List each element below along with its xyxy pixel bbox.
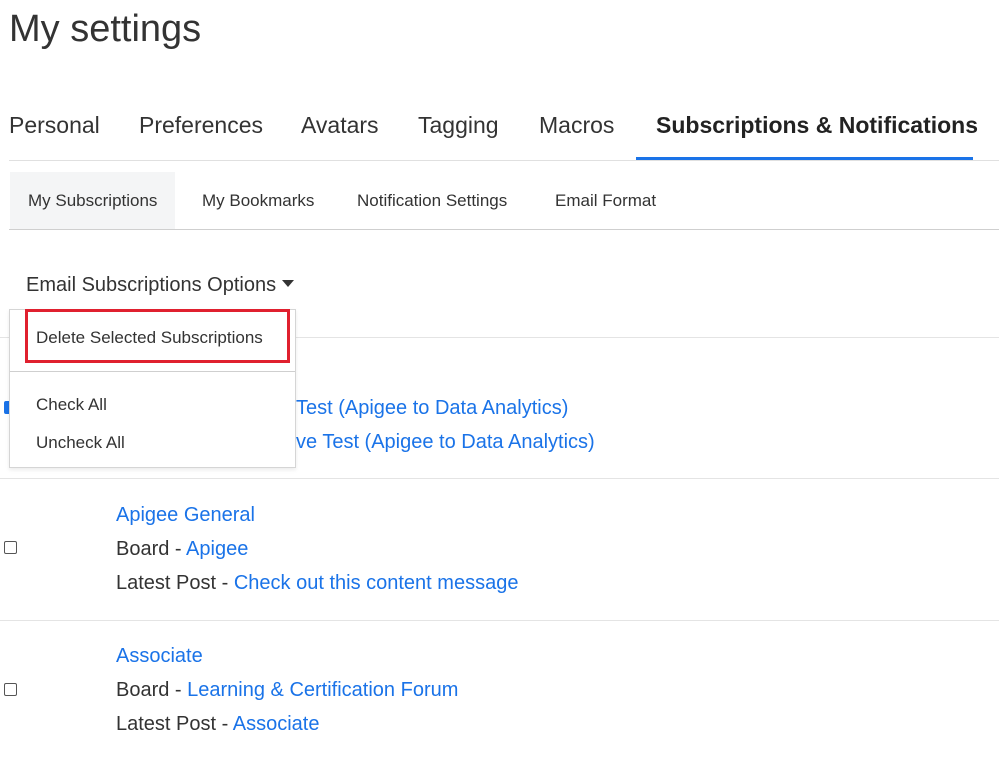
- page-title: My settings: [9, 8, 202, 50]
- tab-avatars[interactable]: Avatars: [301, 112, 379, 139]
- subscription-title: Apigee General: [116, 504, 255, 527]
- menu-separator: [10, 371, 295, 372]
- latest-post-link[interactable]: Check out this content message: [234, 572, 519, 594]
- board-prefix: Board -: [116, 538, 187, 560]
- list-divider: [0, 620, 999, 621]
- email-subscriptions-options-button[interactable]: Email Subscriptions Options: [26, 274, 295, 297]
- subscription-title-link[interactable]: Apigee General: [116, 504, 255, 526]
- list-divider: [0, 478, 999, 479]
- subscription-title: Associate: [116, 645, 203, 668]
- board-link[interactable]: Learning & Certification Forum: [187, 679, 458, 701]
- tab-preferences[interactable]: Preferences: [139, 112, 263, 139]
- caret-down-icon: [282, 280, 295, 288]
- subscription-title-link[interactable]: Test (Apigee to Data Analytics): [296, 397, 568, 420]
- subscription-board-link[interactable]: ve Test (Apigee to Data Analytics): [296, 431, 595, 454]
- tab-macros[interactable]: Macros: [539, 112, 614, 139]
- email-subscriptions-options-menu: Delete Selected Subscriptions Check All …: [9, 309, 296, 468]
- tab-tagging[interactable]: Tagging: [418, 112, 499, 139]
- subscription-title-link[interactable]: Associate: [116, 645, 203, 667]
- settings-page: My settings Personal Preferences Avatars…: [0, 0, 999, 757]
- subtab-email-format[interactable]: Email Format: [555, 172, 656, 229]
- latest-post-prefix: Latest Post -: [116, 713, 233, 735]
- subscription-checkbox[interactable]: [4, 541, 17, 554]
- subscription-latest-post: Latest Post - Associate: [116, 713, 319, 736]
- board-prefix: Board -: [116, 679, 188, 701]
- menu-item-check-all[interactable]: Check All: [36, 395, 107, 415]
- latest-post-prefix: Latest Post -: [116, 572, 234, 594]
- active-tab-indicator: [636, 157, 973, 160]
- subtab-my-subscriptions[interactable]: My Subscriptions: [10, 172, 176, 229]
- subscription-checkbox[interactable]: [4, 683, 17, 696]
- latest-post-link[interactable]: Associate: [233, 713, 320, 735]
- subscription-board: Board - Apigee: [116, 538, 248, 561]
- subtab-notification-settings[interactable]: Notification Settings: [357, 172, 507, 229]
- menu-item-delete-selected[interactable]: Delete Selected Subscriptions: [36, 328, 263, 348]
- board-link[interactable]: Apigee: [186, 538, 248, 560]
- secondary-tabs: My Subscriptions My Bookmarks Notificati…: [9, 172, 999, 230]
- primary-tabs: Personal Preferences Avatars Tagging Mac…: [9, 100, 999, 161]
- subscription-board: Board - Learning & Certification Forum: [116, 679, 458, 702]
- subtab-my-bookmarks[interactable]: My Bookmarks: [202, 172, 314, 229]
- tab-subscriptions-notifications[interactable]: Subscriptions & Notifications: [656, 112, 978, 139]
- tab-personal[interactable]: Personal: [9, 112, 100, 139]
- options-label: Email Subscriptions Options: [26, 274, 277, 296]
- subscription-latest-post: Latest Post - Check out this content mes…: [116, 572, 518, 595]
- menu-item-uncheck-all[interactable]: Uncheck All: [36, 433, 125, 453]
